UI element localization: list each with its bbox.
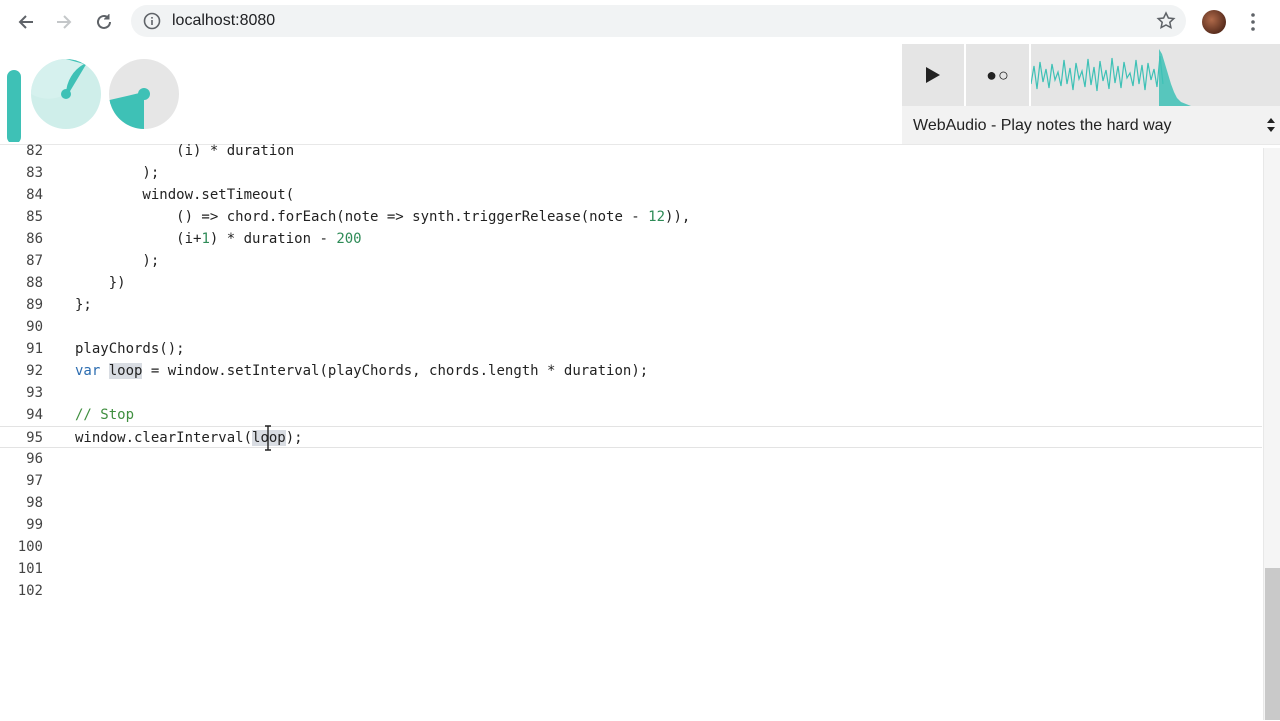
code-line[interactable]: 84 window.setTimeout( — [0, 184, 1262, 206]
play-icon — [926, 67, 940, 83]
line-code: () => chord.forEach(note => synth.trigge… — [75, 209, 691, 225]
line-number: 93 — [26, 385, 43, 401]
code-line[interactable]: 89 }; — [0, 294, 1262, 316]
forward-icon — [57, 15, 72, 29]
line-code: ); — [75, 165, 160, 181]
waveform-visualizer — [1031, 49, 1191, 106]
code-line[interactable]: 94 // Stop — [0, 404, 1262, 426]
line-number: 100 — [17, 539, 43, 555]
code-line[interactable]: 102 — [0, 580, 1262, 602]
select-arrows-icon — [1267, 118, 1275, 132]
line-code: window.setTimeout( — [75, 187, 295, 203]
line-number: 84 — [26, 187, 43, 203]
code-line[interactable]: 92 var loop = window.setInterval(playCho… — [0, 360, 1262, 382]
code-line[interactable]: 93 — [0, 382, 1262, 404]
editor-scrollbar[interactable] — [1263, 148, 1280, 720]
star-icon[interactable] — [1156, 11, 1176, 31]
line-code: (i) * duration — [75, 143, 295, 159]
logo — [7, 59, 179, 142]
line-number: 95 — [26, 430, 43, 446]
avatar[interactable] — [1202, 10, 1226, 34]
divider — [964, 44, 966, 106]
url-text: localhost:8080 — [172, 12, 276, 29]
line-number: 87 — [26, 253, 43, 269]
code-line[interactable]: 96 — [0, 448, 1262, 470]
line-code: playChords(); — [75, 341, 185, 357]
line-code: (i+1) * duration - 200 — [75, 231, 362, 247]
record-button[interactable]: ●○ — [967, 44, 1029, 106]
line-number: 82 — [26, 143, 43, 159]
address-bar[interactable]: localhost:8080 — [131, 5, 1186, 37]
menu-icon[interactable] — [1245, 12, 1261, 32]
code-line[interactable]: 100 — [0, 536, 1262, 558]
line-code: ); — [75, 253, 160, 269]
line-number: 83 — [26, 165, 43, 181]
code-line[interactable]: 90 — [0, 316, 1262, 338]
line-number: 90 — [26, 319, 43, 335]
line-number: 92 — [26, 363, 43, 379]
example-select[interactable]: WebAudio - Play notes the hard way — [902, 106, 1280, 144]
code-line[interactable]: 87 ); — [0, 250, 1262, 272]
code-line[interactable]: 91 playChords(); — [0, 338, 1262, 360]
forward-button[interactable] — [50, 8, 78, 36]
text-cursor-icon — [265, 425, 271, 451]
code-editor[interactable]: 82 (i) * duration 83 ); 84 window.setTim… — [0, 143, 1280, 721]
code-line[interactable]: 98 — [0, 492, 1262, 514]
code-line[interactable]: 86 (i+1) * duration - 200 — [0, 228, 1262, 250]
code-line[interactable]: 82 (i) * duration — [0, 140, 1262, 162]
play-button[interactable] — [902, 44, 964, 106]
line-number: 85 — [26, 209, 43, 225]
code-line[interactable]: 97 — [0, 470, 1262, 492]
reload-button[interactable] — [90, 8, 118, 36]
line-number: 89 — [26, 297, 43, 313]
code-line[interactable]: 99 — [0, 514, 1262, 536]
line-number: 101 — [17, 561, 43, 577]
line-number: 96 — [26, 451, 43, 467]
line-number: 99 — [26, 517, 43, 533]
line-number: 88 — [26, 275, 43, 291]
line-number: 97 — [26, 473, 43, 489]
line-comment: // Stop — [75, 407, 135, 423]
back-icon — [18, 15, 33, 29]
line-number: 86 — [26, 231, 43, 247]
line-number: 91 — [26, 341, 43, 357]
code-line[interactable]: 88 }) — [0, 272, 1262, 294]
code-line-active[interactable]: 95 window.clearInterval(loop); — [0, 426, 1262, 448]
back-button[interactable] — [12, 8, 40, 36]
code-line[interactable]: 101 — [0, 558, 1262, 580]
info-icon[interactable] — [143, 12, 161, 30]
reload-icon — [97, 14, 111, 29]
line-code: }) — [75, 275, 126, 291]
code-line[interactable]: 83 ); — [0, 162, 1262, 184]
line-code: var loop = window.setInterval(playChords… — [75, 363, 649, 379]
line-code: }; — [75, 297, 92, 313]
browser-toolbar: localhost:8080 — [0, 0, 1280, 45]
line-number: 98 — [26, 495, 43, 511]
line-number: 94 — [26, 407, 43, 423]
record-label: ●○ — [986, 64, 1010, 85]
line-number: 102 — [17, 583, 43, 599]
scrollbar-thumb[interactable] — [1265, 568, 1280, 720]
example-select-value: WebAudio - Play notes the hard way — [913, 117, 1172, 134]
code-line[interactable]: 85 () => chord.forEach(note => synth.tri… — [0, 206, 1262, 228]
